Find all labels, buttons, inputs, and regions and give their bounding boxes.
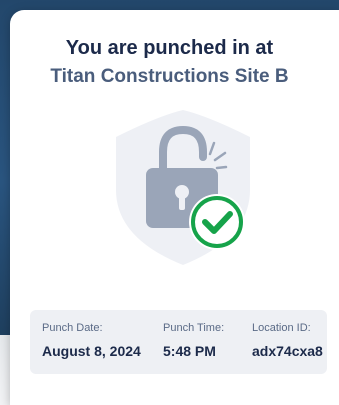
- punch-time-value: 5:48 PM: [163, 343, 216, 359]
- checkmark-circle-icon: [189, 194, 245, 250]
- punch-details-panel: Punch Date: August 8, 2024 Punch Time: 5…: [30, 310, 327, 374]
- location-id-value: adx74cxa8: [252, 343, 323, 359]
- page-title: You are punched in at: [65, 37, 274, 59]
- punch-date-label: Punch Date:: [42, 322, 103, 334]
- location-id-label: Location ID:: [252, 322, 311, 334]
- punch-illustration: [108, 110, 258, 265]
- punch-date: Punch Date: August 8, 2024: [42, 322, 141, 359]
- location-id: Location ID: adx74cxa8: [252, 322, 323, 359]
- punch-time: Punch Time: 5:48 PM: [163, 322, 224, 359]
- punch-time-label: Punch Time:: [163, 322, 225, 334]
- site-name: Titan Constructions Site B: [50, 66, 289, 87]
- punch-date-value: August 8, 2024: [42, 343, 141, 359]
